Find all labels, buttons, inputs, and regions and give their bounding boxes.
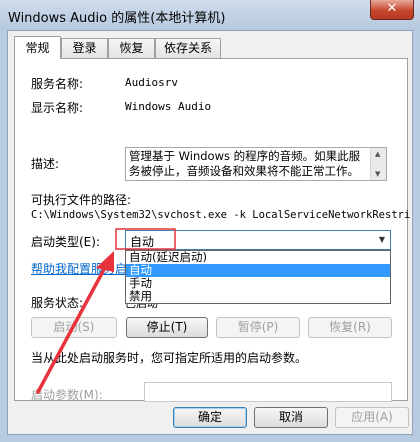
startup-option-auto-delayed[interactable]: 自动(延迟启动) [126,251,390,264]
tab-label: 恢复 [119,41,144,55]
display-name-label: 显示名称: [31,101,84,115]
description-label: 描述: [31,157,60,171]
cancel-button-label: 取消 [278,410,303,424]
tab-general[interactable]: 常规 [14,36,61,59]
tab-label: 依存关系 [163,41,212,55]
close-button[interactable]: ✕ [370,0,414,20]
tab-recovery[interactable]: 恢复 [108,38,155,58]
resume-button-label: 恢复(R) [329,320,371,334]
scroll-up-icon[interactable]: ▲ [375,150,380,158]
startup-type-dropdown: 自动(延迟启动) 自动 手动 禁用 [125,250,391,304]
ok-button-label: 确定 [197,410,222,424]
cancel-button[interactable]: 取消 [254,407,328,428]
tab-logon[interactable]: 登录 [61,38,108,58]
resume-button[interactable]: 恢复(R) [308,317,392,338]
apply-button[interactable]: 应用(A) [335,407,409,428]
service-name-label: 服务名称: [31,77,84,91]
start-params-label: 启动参数(M): [31,388,103,402]
window-title: Windows Audio 的属性(本地计算机) [8,11,226,26]
start-button[interactable]: 启动(S) [31,317,117,338]
startup-option-manual[interactable]: 手动 [126,277,390,290]
exe-path-label: 可执行文件的路径: [31,193,132,207]
dialog-client: 常规 登录 恢复 依存关系 服务名称: Audiosrv 显示名称: Windo… [7,30,413,435]
apply-button-label: 应用(A) [351,410,393,424]
title-bar: Windows Audio 的属性(本地计算机) ✕ [0,0,420,30]
display-name-value: Windows Audio [125,100,212,113]
stop-button-label: 停止(T) [146,320,188,334]
start-button-label: 启动(S) [53,320,95,334]
start-params-input[interactable] [144,382,392,402]
pause-button[interactable]: 暂停(P) [216,317,300,338]
start-params-hint: 当从此处启动服务时，您可指定所适用的启动参数。 [31,351,308,365]
tab-label: 常规 [25,41,50,55]
startup-option-disabled[interactable]: 禁用 [126,290,390,303]
description-scrollbar[interactable]: ▲ ▼ [370,148,386,180]
stop-button[interactable]: 停止(T) [126,317,208,338]
service-name-value: Audiosrv [125,76,178,89]
close-icon: ✕ [386,1,398,16]
startup-option-auto[interactable]: 自动 [126,264,390,277]
help-configure-link[interactable]: 帮助我配置服务启 [31,260,127,277]
exe-path-value: C:\Windows\System32\svchost.exe -k Local… [31,209,411,221]
scroll-down-icon[interactable]: ▼ [375,170,380,178]
description-box[interactable]: 管理基于 Windows 的程序的音频。如果此服务被停止，音频设备和效果将不能正… [125,147,387,181]
pause-button-label: 暂停(P) [237,320,279,334]
startup-type-label: 启动类型(E): [31,235,100,249]
description-text: 管理基于 Windows 的程序的音频。如果此服务被停止，音频设备和效果将不能正… [129,149,361,180]
service-status-label: 服务状态: [31,296,84,310]
ok-button[interactable]: 确定 [173,407,247,428]
startup-type-value: 自动 [130,235,155,249]
chevron-down-icon[interactable]: ▼ [374,231,390,249]
tab-label: 登录 [72,41,97,55]
tab-dependencies[interactable]: 依存关系 [155,38,221,58]
startup-type-select[interactable]: 自动 ▼ [125,230,391,250]
general-panel: 服务名称: Audiosrv 显示名称: Windows Audio 描述: 管… [14,58,411,402]
